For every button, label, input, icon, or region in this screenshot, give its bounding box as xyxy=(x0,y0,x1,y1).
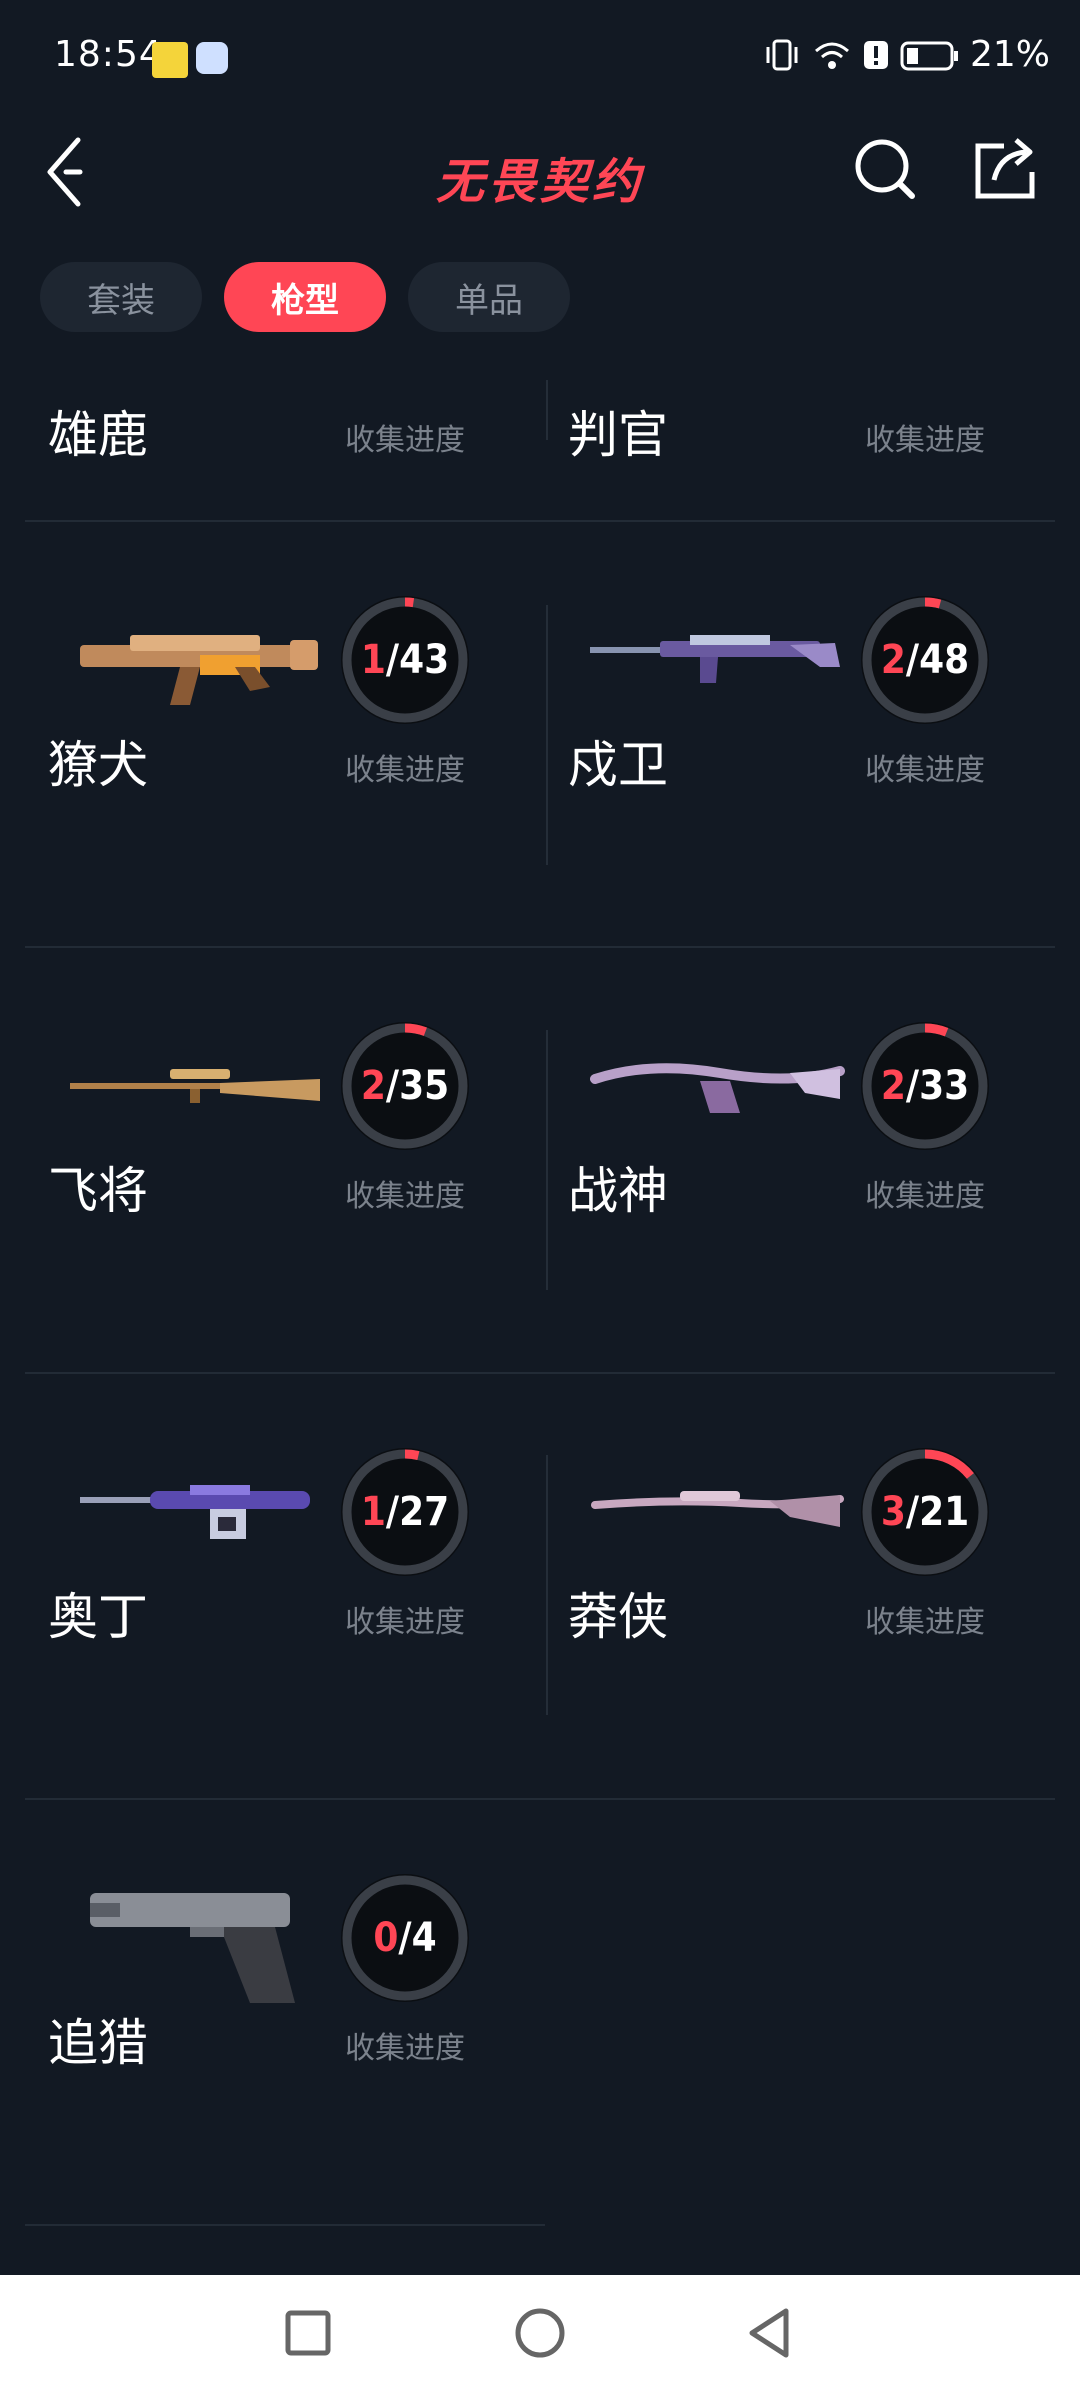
weapon-card[interactable]: 0/4 追猎 收集进度 xyxy=(0,1798,520,2224)
collected-count: 2 xyxy=(880,1063,906,1109)
search-icon[interactable] xyxy=(850,128,920,208)
weapon-name: 飞将 xyxy=(48,1162,148,1220)
progress-count: 2/48 xyxy=(855,590,995,730)
progress-label: 收集进度 xyxy=(345,1179,465,1214)
progress-count: 2/33 xyxy=(855,1016,995,1156)
total-count: 48 xyxy=(919,637,970,683)
count-separator: / xyxy=(905,1063,920,1109)
progress-ring: 2/48 xyxy=(855,590,995,730)
progress-ring: 2/33 xyxy=(855,1016,995,1156)
collected-count: 2 xyxy=(360,1063,386,1109)
tab-bundles[interactable]: 套装 xyxy=(40,262,202,332)
progress-label: 收集进度 xyxy=(865,1179,985,1214)
tab-weapon-types[interactable]: 枪型 xyxy=(224,262,386,332)
total-count: 4 xyxy=(411,1915,437,1961)
weapon-name: 战神 xyxy=(568,1162,668,1220)
battery-percent: 21% xyxy=(969,34,1050,75)
progress-ring: 1/43 xyxy=(335,590,475,730)
weapon-card[interactable]: 1/27 奥丁 收集进度 xyxy=(0,1372,520,1798)
progress-count: 0/4 xyxy=(335,1868,475,2008)
weapon-card[interactable]: 1/43 獠犬 收集进度 xyxy=(0,520,520,946)
ares-mg-icon xyxy=(590,1063,845,1113)
progress-count: 1/43 xyxy=(335,590,475,730)
progress-ring: 1/27 xyxy=(335,1442,475,1582)
collected-count: 3 xyxy=(880,1489,906,1535)
weapon-name: 戍卫 xyxy=(568,736,668,794)
collected-count: 1 xyxy=(360,1489,386,1535)
weapon-name: 獠犬 xyxy=(48,736,148,794)
weapon-name: 雄鹿 xyxy=(48,406,148,464)
recent-apps-icon[interactable] xyxy=(268,2293,348,2373)
count-separator: / xyxy=(905,1489,920,1535)
app-header: 无畏契约 xyxy=(0,120,1080,270)
progress-count: 2/35 xyxy=(335,1016,475,1156)
battery-icon xyxy=(900,41,958,70)
collected-count: 1 xyxy=(360,637,386,683)
notification-app-icon xyxy=(152,42,188,78)
outlaw-sniper-icon xyxy=(591,1491,844,1527)
progress-ring: 3/21 xyxy=(855,1442,995,1582)
weapon-name: 莽侠 xyxy=(568,1588,668,1646)
row-divider xyxy=(25,2224,545,2226)
status-time: 18:54 xyxy=(54,34,163,75)
total-count: 43 xyxy=(399,637,450,683)
progress-count: 1/27 xyxy=(335,1442,475,1582)
total-count: 33 xyxy=(919,1063,970,1109)
weapon-card[interactable]: 2/33 战神 收集进度 xyxy=(520,946,1040,1372)
collected-count: 0 xyxy=(373,1915,399,1961)
total-count: 35 xyxy=(399,1063,450,1109)
weapon-card[interactable]: 2/48 戍卫 收集进度 xyxy=(520,520,1040,946)
progress-ring: 2/35 xyxy=(335,1016,475,1156)
vibrate-icon xyxy=(766,39,798,70)
wifi-icon xyxy=(814,42,849,69)
count-separator: / xyxy=(398,1915,412,1961)
progress-ring: 0/4 xyxy=(335,1868,475,2008)
collected-count: 2 xyxy=(880,637,906,683)
weapon-name: 判官 xyxy=(568,406,668,464)
home-icon[interactable] xyxy=(500,2293,580,2373)
guardian-rifle-icon xyxy=(590,635,840,683)
progress-label: 收集进度 xyxy=(345,2031,465,2066)
total-count: 21 xyxy=(919,1489,970,1535)
weapon-name: 追猎 xyxy=(48,2014,148,2072)
column-divider xyxy=(546,380,548,440)
count-separator: / xyxy=(385,1063,400,1109)
progress-label: 收集进度 xyxy=(865,753,985,788)
odin-mg-icon xyxy=(80,1485,310,1539)
progress-label: 收集进度 xyxy=(345,423,465,458)
status-bar: 18:54 21% xyxy=(0,0,1080,120)
progress-label: 收集进度 xyxy=(345,1605,465,1640)
count-separator: / xyxy=(385,637,400,683)
progress-label: 收集进度 xyxy=(865,423,985,458)
weapon-card[interactable]: 3/21 莽侠 收集进度 xyxy=(520,1372,1040,1798)
notification-app-icon-2 xyxy=(196,42,228,74)
weapon-name: 奥丁 xyxy=(48,1588,148,1646)
count-separator: / xyxy=(905,637,920,683)
progress-count: 3/21 xyxy=(855,1442,995,1582)
progress-label: 收集进度 xyxy=(345,753,465,788)
alert-icon xyxy=(863,40,888,69)
total-count: 27 xyxy=(399,1489,450,1535)
weapon-card[interactable]: 2/35 飞将 收集进度 xyxy=(0,946,520,1372)
tab-single-items[interactable]: 单品 xyxy=(408,262,570,332)
system-nav-bar xyxy=(0,2275,1080,2388)
count-separator: / xyxy=(385,1489,400,1535)
system-back-icon[interactable] xyxy=(730,2293,810,2373)
weapon-grid[interactable]: 雄鹿 收集进度 判官 收集进度 1/43 獠犬 收集进度 2 / 48 戍卫 收… xyxy=(0,340,1080,2270)
marshal-sniper-icon xyxy=(70,1069,320,1103)
category-tabs: 套装 枪型 单品 xyxy=(40,262,570,332)
progress-label: 收集进度 xyxy=(865,1605,985,1640)
share-icon[interactable] xyxy=(970,128,1040,208)
bulldog-rifle-icon xyxy=(80,635,318,705)
pistol-icon xyxy=(90,1893,295,2003)
